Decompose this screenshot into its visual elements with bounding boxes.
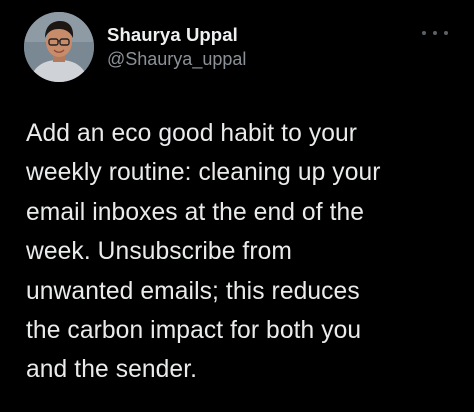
author-display-name[interactable]: Shaurya Uppal [107,24,246,46]
more-options-icon-dot [444,31,448,35]
tweet-text-line: and the sender. [26,356,198,384]
tweet-card: Shaurya Uppal @Shaurya_uppal Add an eco … [0,0,474,412]
avatar-image [24,12,94,82]
tweet-text-line: unwanted emails; this reduces [26,277,360,305]
author-handle[interactable]: @Shaurya_uppal [107,48,246,70]
tweet-text-line: weekly routine: cleaning up your [26,159,381,187]
tweet-text-line: the carbon impact for both you [26,317,362,345]
tweet-text-line: week. Unsubscribe from [26,238,292,266]
tweet-text-line: Add an eco good habit to your [26,120,358,147]
author-avatar[interactable] [24,12,94,82]
tweet-text: Add an eco good habit to your weekly rou… [26,114,461,390]
more-options-icon-dot [433,31,437,35]
more-options-icon-dot [422,31,426,35]
more-options-button[interactable] [422,27,448,39]
author-info: Shaurya Uppal @Shaurya_uppal [107,24,246,70]
tweet-text-line: email inboxes at the end of the [26,198,365,226]
